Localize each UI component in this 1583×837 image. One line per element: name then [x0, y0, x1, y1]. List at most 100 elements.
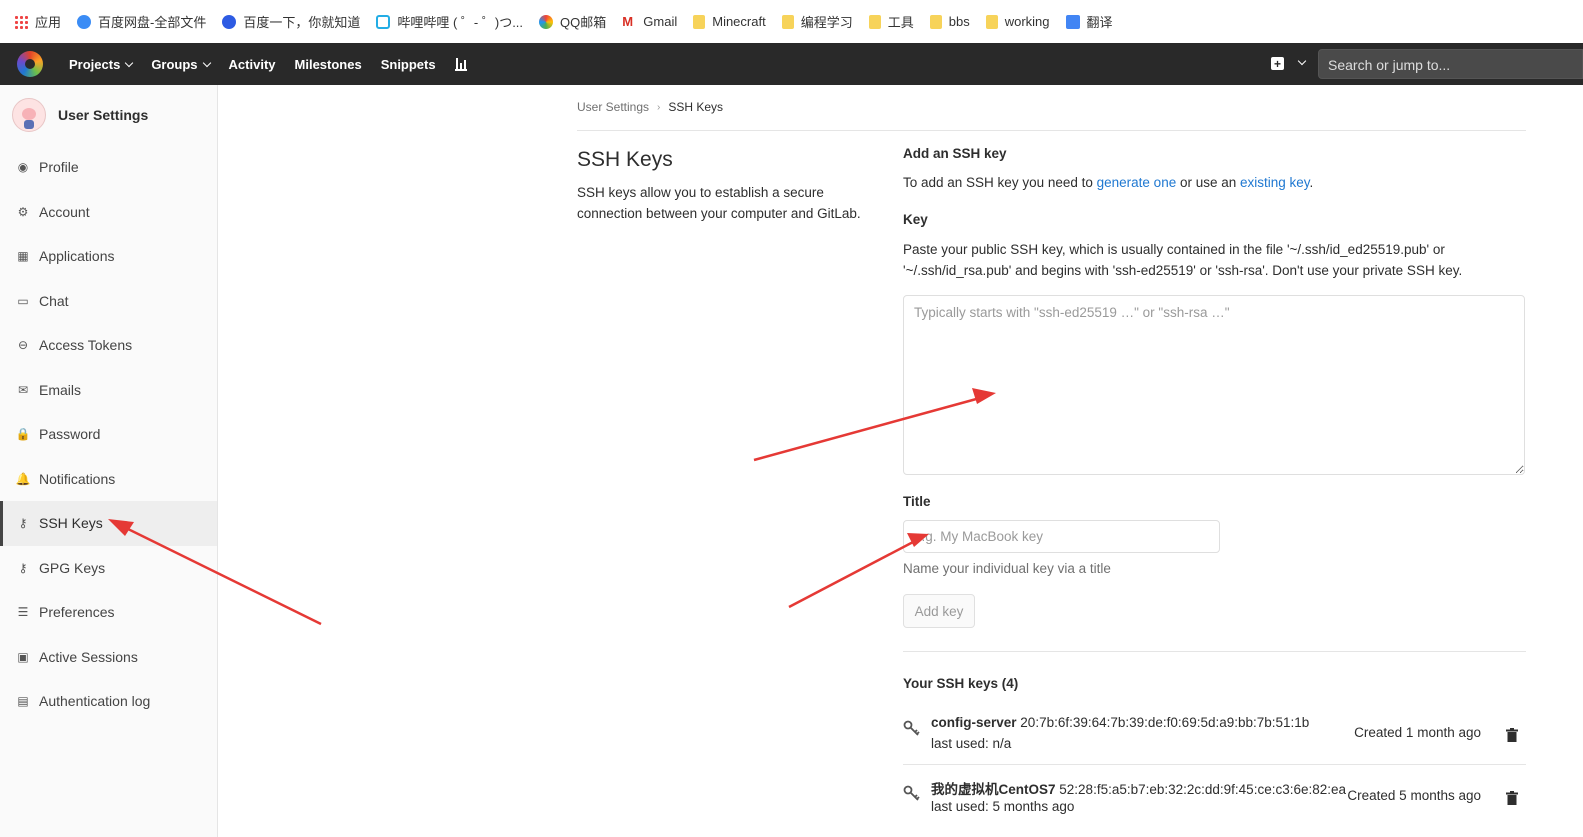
breadcrumb: User Settings › SSH Keys [577, 100, 723, 114]
trash-icon[interactable] [1506, 791, 1518, 805]
bookmark-folder-minecraft[interactable]: Minecraft [693, 14, 766, 29]
sidebar-item-chat[interactable]: ▭ Chat [0, 279, 217, 324]
bookmark-baidu-netdisk[interactable]: 百度网盘-全部文件 [77, 12, 206, 31]
title-label: Title [903, 494, 931, 509]
applications-icon: ▦ [17, 249, 29, 264]
intro-text: . [1309, 175, 1314, 190]
generate-one-link[interactable]: generate one [1097, 175, 1177, 190]
key-last-used: last used: 5 months ago [931, 799, 1075, 814]
emails-icon: ✉ [17, 382, 29, 397]
breadcrumb-parent-link[interactable]: User Settings [577, 100, 649, 114]
sidebar-item-label: Chat [39, 292, 69, 309]
analytics-bar-chart-icon[interactable] [454, 57, 467, 71]
existing-key-link[interactable]: existing key [1240, 175, 1310, 190]
ssh-key-row[interactable]: config-server 20:7b:6f:39:64:7b:39:de:f0… [903, 703, 1526, 763]
sidebar-item-authentication-log[interactable]: ▤ Authentication log [0, 679, 217, 724]
nav-snippets[interactable]: Snippets [381, 57, 436, 72]
bookmark-label: Gmail [643, 14, 678, 29]
nav-activity[interactable]: Activity [229, 57, 276, 72]
folder-icon [781, 14, 794, 29]
sidebar-header[interactable]: User Settings [0, 85, 217, 145]
sidebar-item-label: SSH Keys [39, 515, 103, 532]
ssh-key-title[interactable]: 我的虚拟机CentOS7 52:28:f5:a5:b7:eb:32:2c:dd:… [931, 778, 1346, 798]
bookmark-folder-working[interactable]: working [985, 14, 1050, 29]
sidebar-item-ssh-keys[interactable]: ⚷ SSH Keys [0, 501, 217, 546]
chevron-down-icon [202, 58, 211, 67]
bookmark-label: 百度网盘-全部文件 [98, 15, 207, 30]
baidu-paw-icon [222, 14, 237, 29]
key-textarea[interactable] [903, 295, 1525, 475]
bookmark-label: QQ邮箱 [560, 15, 607, 30]
trash-icon[interactable] [1506, 728, 1518, 742]
sidebar-item-gpg-keys[interactable]: ⚷ GPG Keys [0, 546, 217, 591]
qq-mail-icon [539, 14, 554, 29]
nav-groups[interactable]: Groups [151, 57, 211, 72]
folder-icon [929, 14, 942, 29]
new-item-plus-icon[interactable]: + [1271, 57, 1284, 70]
log-icon: ▤ [17, 694, 29, 709]
nav-projects[interactable]: Projects [69, 57, 134, 72]
chevron-down-icon[interactable] [1297, 56, 1307, 66]
bilibili-tv-icon [376, 14, 391, 29]
sidebar-item-preferences[interactable]: ☰ Preferences [0, 590, 217, 635]
bookmark-folder-tools[interactable]: 工具 [868, 12, 914, 31]
bookmark-gmail[interactable]: M Gmail [622, 14, 677, 29]
sidebar-item-emails[interactable]: ✉ Emails [0, 368, 217, 413]
intro-text: To add an SSH key you need to [903, 175, 1097, 190]
sidebar-item-label: Authentication log [39, 693, 151, 710]
sidebar-item-account[interactable]: ⚙ Account [0, 190, 217, 235]
key-name: config-server [931, 715, 1017, 730]
bookmark-qq-mail[interactable]: QQ邮箱 [539, 12, 606, 31]
sidebar-item-label: Notifications [39, 470, 116, 487]
page-description: SSH keys allow you to establish a secure… [577, 185, 861, 221]
settings-sidebar: User Settings ◉ Profile ⚙ Account ▦ Applicati… [0, 85, 218, 837]
sidebar-item-label: Access Tokens [39, 337, 133, 354]
nav-label: Snippets [380, 56, 436, 72]
bookmark-label: working [1004, 14, 1050, 29]
nav-milestones[interactable]: Milestones [295, 57, 362, 72]
preferences-icon: ☰ [17, 605, 29, 620]
folder-icon [693, 14, 706, 29]
ssh-key-title[interactable]: config-server 20:7b:6f:39:64:7b:39:de:f0… [931, 715, 1309, 730]
sidebar-item-notifications[interactable]: 🔔 Notifications [0, 457, 217, 502]
breadcrumb-separator-icon: › [657, 101, 661, 113]
sidebar-item-label: GPG Keys [39, 559, 106, 576]
gitlab-logo-icon[interactable] [17, 51, 43, 77]
apps-grid-icon [14, 14, 28, 29]
bookmark-apps[interactable]: 应用 [14, 12, 61, 31]
baidu-netdisk-icon [77, 14, 92, 29]
bell-icon: 🔔 [15, 471, 31, 486]
add-key-button[interactable]: Add key [903, 594, 975, 628]
intro-text: or use an [1176, 175, 1241, 190]
sidebar-item-access-tokens[interactable]: ⊖ Access Tokens [0, 323, 217, 368]
key-icon: ⚷ [18, 560, 28, 575]
key-label: Key [903, 212, 928, 227]
profile-icon: ◉ [17, 160, 29, 175]
sidebar-item-applications[interactable]: ▦ Applications [0, 234, 217, 279]
bookmark-folder-programming[interactable]: 编程学习 [781, 12, 853, 31]
bookmark-translate[interactable]: 翻译 [1065, 12, 1113, 31]
sidebar-item-label: Profile [39, 159, 79, 176]
search-placeholder: Search or jump to... [1328, 57, 1451, 73]
key-created-date: Created 5 months ago [1347, 788, 1481, 803]
sidebar-item-active-sessions[interactable]: ▣ Active Sessions [0, 635, 217, 680]
folder-icon [868, 14, 881, 29]
search-input[interactable]: Search or jump to... [1318, 49, 1583, 79]
bookmark-bilibili[interactable]: 哔哩哔哩 ( ゜- ゜)つ... [376, 12, 523, 31]
ssh-key-row[interactable]: 我的虚拟机CentOS7 52:28:f5:a5:b7:eb:32:2c:dd:… [903, 764, 1526, 824]
sidebar-title: User Settings [58, 107, 149, 123]
title-help-text: Name your individual key via a title [903, 561, 1111, 576]
bookmarks-bar: 应用 百度网盘-全部文件 百度一下，你就知道 哔哩哔哩 ( ゜- ゜)つ... … [0, 0, 1583, 43]
bookmark-baidu[interactable]: 百度一下，你就知道 [222, 12, 360, 31]
sidebar-item-profile[interactable]: ◉ Profile [0, 145, 217, 190]
bookmark-folder-bbs[interactable]: bbs [929, 14, 970, 29]
access-tokens-icon: ⊖ [17, 338, 29, 353]
bookmark-label: 应用 [35, 15, 62, 30]
key-fingerprint: 52:28:f5:a5:b7:eb:32:2c:dd:9f:45:ce:c3:6… [1059, 782, 1347, 797]
sidebar-item-password[interactable]: 🔒 Password [0, 412, 217, 457]
title-input[interactable] [903, 520, 1220, 553]
chevron-down-icon [125, 58, 134, 67]
folder-icon [985, 14, 998, 29]
breadcrumb-current[interactable]: SSH Keys [668, 100, 723, 114]
nav-label: Milestones [294, 56, 362, 72]
